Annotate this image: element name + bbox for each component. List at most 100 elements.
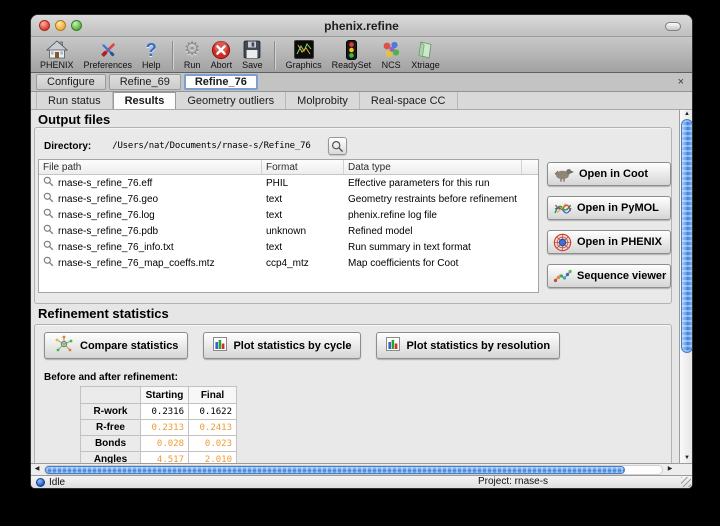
stats-header-row: Starting Final xyxy=(81,387,237,404)
toolbar-ncs-button[interactable]: NCS xyxy=(376,38,406,72)
sequence-viewer-button[interactable]: Sequence viewer xyxy=(547,264,671,288)
save-icon xyxy=(243,39,261,60)
tab-refine-76-label: Refine_76 xyxy=(195,76,247,88)
open-in-phenix-button[interactable]: Open in PHENIX xyxy=(547,230,671,254)
magnifier-icon xyxy=(43,240,54,254)
vertical-scrollbar-thumb[interactable] xyxy=(681,119,692,353)
column-header-format[interactable]: Format xyxy=(262,160,344,174)
window-title: phenix.refine xyxy=(324,19,399,33)
stats-column-starting: Starting xyxy=(141,387,189,404)
stats-starting-value: 0.2316 xyxy=(141,404,189,420)
resize-grip[interactable] xyxy=(681,477,691,487)
file-format: ccp4_mtz xyxy=(262,255,344,271)
main-area: Run status Results Geometry outliers Mol… xyxy=(31,92,692,488)
sequence-icon xyxy=(553,268,572,284)
compare-statistics-icon xyxy=(54,335,74,356)
stats-column-final: Final xyxy=(189,387,237,404)
before-after-label: Before and after refinement: xyxy=(44,372,178,383)
toolbar-readyset-button[interactable]: ReadySet xyxy=(327,38,377,72)
column-header-file-path[interactable]: File path xyxy=(39,160,262,174)
molecules-icon xyxy=(381,39,401,60)
phenix-map-icon xyxy=(553,233,572,252)
tab-geometry-outliers[interactable]: Geometry outliers xyxy=(176,92,286,109)
open-actions-column: Open in Coot Open in xyxy=(547,162,671,298)
file-data-type: Run summary in text format xyxy=(344,239,522,255)
project-label: Project: rnase-s xyxy=(478,476,548,488)
toolbar-graphics-label: Graphics xyxy=(286,60,322,71)
tab-configure[interactable]: Configure xyxy=(36,74,106,90)
tab-run-status[interactable]: Run status xyxy=(36,92,113,109)
plot-statistics-by-resolution-button[interactable]: Plot statistics by resolution xyxy=(376,332,560,359)
toolbar-toggle-button[interactable] xyxy=(665,22,681,31)
stats-final-value: 0.1622 xyxy=(189,404,237,420)
toolbar-run-button[interactable]: ⚙ Run xyxy=(179,38,206,72)
browse-directory-button[interactable] xyxy=(328,137,347,155)
toolbar-separator xyxy=(172,41,173,70)
stats-final-value: 2.010 xyxy=(189,452,237,464)
file-path: rnase-s_refine_76_map_coeffs.mtz xyxy=(58,258,215,269)
stats-row-label: Angles xyxy=(81,452,141,464)
tab-geometry-outliers-label: Geometry outliers xyxy=(187,95,274,107)
table-row[interactable]: rnase-s_refine_76.pdb unknown Refined mo… xyxy=(39,223,538,239)
toolbar-save-button[interactable]: Save xyxy=(237,38,268,72)
table-row[interactable]: rnase-s_refine_76_info.txt text Run summ… xyxy=(39,239,538,255)
magnifier-icon xyxy=(43,256,54,270)
stats-final-value: 0.023 xyxy=(189,436,237,452)
horizontal-scrollbar[interactable]: ◀ ▶ xyxy=(31,463,692,475)
toolbar-preferences-button[interactable]: Preferences xyxy=(79,38,138,72)
toolbar-xtriage-button[interactable]: Xtriage xyxy=(406,38,445,72)
tab-results[interactable]: Results xyxy=(113,92,177,109)
horizontal-scrollbar-track[interactable] xyxy=(44,465,663,475)
toolbar-help-button[interactable]: ? Help xyxy=(137,38,166,72)
magnifier-icon xyxy=(43,192,54,206)
open-in-pymol-button[interactable]: Open in PyMOL xyxy=(547,196,671,220)
zoom-window-button[interactable] xyxy=(71,20,82,31)
table-row[interactable]: rnase-s_refine_76.log text phenix.refine… xyxy=(39,207,538,223)
magnifier-icon xyxy=(43,224,54,238)
toolbar-phenix-button[interactable]: PHENIX xyxy=(35,38,79,72)
stats-starting-value: 0.028 xyxy=(141,436,189,452)
stats-row-bonds: Bonds 0.028 0.023 xyxy=(81,436,237,452)
scroll-down-arrow[interactable]: ▼ xyxy=(680,454,692,463)
main-toolbar: PHENIX Pref xyxy=(31,37,692,73)
toolbar-abort-button[interactable]: Abort xyxy=(206,38,238,72)
graphics-icon xyxy=(294,39,314,60)
open-in-coot-button[interactable]: Open in Coot xyxy=(547,162,671,186)
traffic-light-icon xyxy=(346,39,357,60)
stats-row-r-work: R-work 0.2316 0.1622 xyxy=(81,404,237,420)
window-titlebar[interactable]: phenix.refine xyxy=(31,15,692,37)
status-text: Idle xyxy=(49,477,65,488)
vertical-scrollbar[interactable]: ▲ ▼ xyxy=(679,110,692,463)
results-scroll-area: Output files Directory: /Users/nat/Docum… xyxy=(31,110,692,463)
desktop-background: phenix.refine PHENIX xyxy=(0,0,720,526)
stats-starting-value: 4.517 xyxy=(141,452,189,464)
scroll-left-arrow[interactable]: ◀ xyxy=(31,464,43,475)
toolbar-readyset-label: ReadySet xyxy=(332,60,372,71)
table-row[interactable]: rnase-s_refine_76.geo text Geometry rest… xyxy=(39,191,538,207)
file-data-type: Effective parameters for this run xyxy=(344,175,522,191)
compare-statistics-button[interactable]: Compare statistics xyxy=(44,332,188,359)
close-window-button[interactable] xyxy=(39,20,50,31)
abort-icon xyxy=(211,39,231,60)
tab-refine-76[interactable]: Refine_76 xyxy=(184,74,258,90)
output-files-table-header: File path Format Data type xyxy=(39,160,538,175)
scroll-right-arrow[interactable]: ▶ xyxy=(664,464,676,475)
table-row[interactable]: rnase-s_refine_76.eff PHIL Effective par… xyxy=(39,175,538,191)
table-row[interactable]: rnase-s_refine_76_map_coeffs.mtz ccp4_mt… xyxy=(39,255,538,271)
toolbar-ncs-label: NCS xyxy=(382,60,401,71)
tab-real-space-cc-label: Real-space CC xyxy=(371,95,446,107)
tab-molprobity[interactable]: Molprobity xyxy=(286,92,360,109)
directory-label: Directory: xyxy=(44,141,91,152)
plot-statistics-by-resolution-label: Plot statistics by resolution xyxy=(406,340,550,352)
scroll-up-arrow[interactable]: ▲ xyxy=(680,110,692,119)
plot-statistics-by-cycle-button[interactable]: Plot statistics by cycle xyxy=(203,332,361,359)
minimize-window-button[interactable] xyxy=(55,20,66,31)
bar-chart-icon xyxy=(213,337,227,354)
horizontal-scrollbar-thumb[interactable] xyxy=(45,466,625,474)
file-data-type: Refined model xyxy=(344,223,522,239)
column-header-data-type[interactable]: Data type xyxy=(344,160,522,174)
close-tab-icon[interactable]: × xyxy=(678,75,684,89)
tab-real-space-cc[interactable]: Real-space CC xyxy=(360,92,458,109)
toolbar-graphics-button[interactable]: Graphics xyxy=(281,38,327,72)
tab-refine-69[interactable]: Refine_69 xyxy=(109,74,181,90)
